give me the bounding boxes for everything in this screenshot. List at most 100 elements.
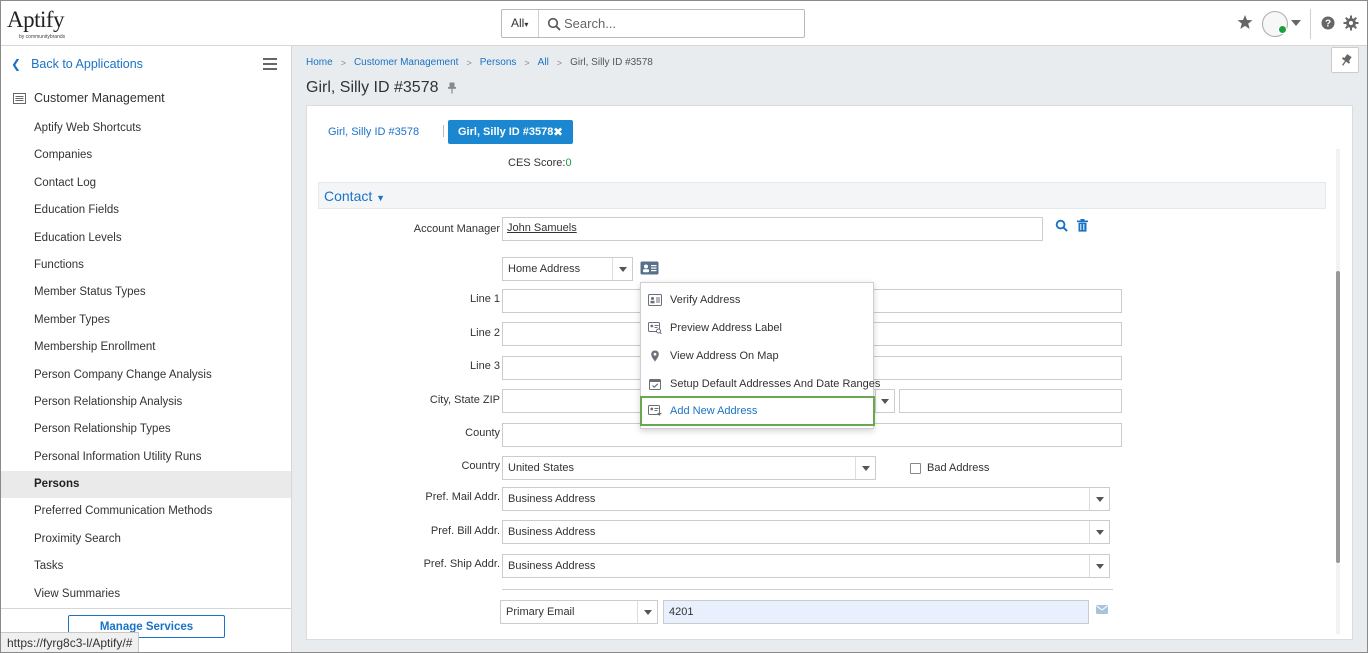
sidebar-item-education-levels[interactable]: Education Levels [1,225,291,252]
menu-item-add-new-address[interactable]: Add New Address [640,396,875,426]
address-type-value: Home Address [508,263,581,275]
email-input[interactable]: 4201 [663,600,1089,624]
list-icon [13,92,26,104]
status-bar-url: https://fyrg8c3-l/Aptify/# [1,632,140,652]
add-address-icon [648,405,662,416]
account-manager-field[interactable] [502,217,1043,241]
chevron-down-icon [612,258,632,280]
pin-icon[interactable] [447,82,457,94]
line1-label: Line 1 [470,293,500,305]
menu-item-verify-address[interactable]: Verify Address [641,286,873,313]
sidebar-item-preferred-communication-methods[interactable]: Preferred Communication Methods [1,498,291,525]
breadcrumb-separator-icon: > [340,57,346,68]
favorites-star-icon[interactable] [1237,14,1253,30]
search-input[interactable] [564,13,794,34]
global-search: All▾ [501,9,805,38]
menu-item-view-address-on-map[interactable]: View Address On Map [641,342,873,369]
sidebar-item-person-company-change-analysis[interactable]: Person Company Change Analysis [1,362,291,389]
search-icon [547,17,561,31]
pref-mail-select[interactable]: Business Address [502,487,1110,511]
label-preview-icon [648,321,662,334]
email-type-select[interactable]: Primary Email [500,600,658,624]
ces-score-label: CES Score: [508,157,566,169]
contact-section-header[interactable]: Contact ▼ [318,182,1326,209]
back-link-label: Back to Applications [31,57,143,71]
back-to-applications-link[interactable]: ❮ Back to Applications [11,56,143,72]
menu-item-label: Setup Default Addresses And Date Ranges [670,377,881,390]
svg-text:?: ? [1325,19,1331,30]
email-value: 4201 [669,606,694,618]
pref-ship-select[interactable]: Business Address [502,554,1110,578]
country-label: Country [461,460,500,472]
sidebar-item-aptify-web-shortcuts[interactable]: Aptify Web Shortcuts [1,115,291,142]
chevron-down-icon [1089,488,1109,510]
breadcrumb: Home > Customer Management > Persons > A… [306,57,653,68]
sidebar-item-person-relationship-types[interactable]: Person Relationship Types [1,416,291,443]
close-tab-icon[interactable]: ✖ [553,120,563,144]
sidebar-item-tasks[interactable]: Tasks [1,553,291,580]
pref-ship-value: Business Address [508,560,596,572]
breadcrumb-separator-icon: > [556,57,563,68]
country-value: United States [508,462,575,474]
breadcrumb-separator-icon: > [466,57,472,68]
pref-mail-label: Pref. Mail Addr. [425,491,500,503]
sidebar-item-member-status-types[interactable]: Member Status Types [1,279,291,306]
sidebar-item-education-fields[interactable]: Education Fields [1,197,291,224]
logo-subtext: by communitybrands [19,34,66,40]
breadcrumb-all[interactable]: All [538,57,549,68]
chevron-left-icon: ❮ [11,57,22,71]
contact-section-label: Contact [324,188,373,204]
lookup-search-icon[interactable] [1055,219,1068,232]
sidebar-item-functions[interactable]: Functions [1,252,291,279]
address-actions-icon[interactable] [640,261,659,275]
menu-item-label: Add New Address [670,405,758,417]
sidebar-item-proximity-search[interactable]: Proximity Search [1,526,291,553]
sidebar-item-membership-enrollment[interactable]: Membership Enrollment [1,334,291,361]
ces-score-value: 0 [565,157,572,169]
tab-person-record-active[interactable]: Girl, Silly ID #3578 ✖ [448,120,573,144]
gear-icon[interactable] [1343,15,1359,31]
sidebar-item-contact-log[interactable]: Contact Log [1,170,291,197]
breadcrumb-customer-management[interactable]: Customer Management [354,57,459,68]
email-type-value: Primary Email [506,606,575,618]
hamburger-menu-icon[interactable] [263,58,277,70]
help-icon[interactable]: ? [1321,16,1335,30]
sidebar-item-persons[interactable]: Persons [1,471,291,499]
breadcrumb-current: Girl, Silly ID #3578 [570,57,653,68]
account-manager-label: Account Manager [413,223,500,235]
county-label: County [465,427,500,439]
module-title: Customer Management [13,91,165,105]
zip-input[interactable] [899,389,1122,413]
breadcrumb-home[interactable]: Home [306,57,333,68]
menu-item-setup-default-addresses[interactable]: Setup Default Addresses And Date Ranges [641,370,880,397]
state-select[interactable] [875,389,895,413]
search-scope-dropdown[interactable]: All▾ [502,10,539,37]
address-actions-menu: Verify Address Preview Address Label Vie… [640,282,880,429]
tab-person-record[interactable]: Girl, Silly ID #3578 [328,126,419,138]
pin-panel-button[interactable] [1331,47,1359,73]
aptify-logo[interactable]: Aptify by communitybrands [7,7,77,41]
account-manager-link[interactable]: John Samuels [507,222,577,234]
sidebar-item-person-relationship-analysis[interactable]: Person Relationship Analysis [1,389,291,416]
tab-active-label: Girl, Silly ID #3578 [458,126,554,138]
map-pin-icon [651,350,659,361]
bad-address-checkbox[interactable] [910,463,921,474]
country-select[interactable]: United States [502,456,876,480]
contact-section-title[interactable]: Contact ▼ [324,188,385,204]
caret-down-icon: ▼ [376,193,386,203]
sidebar-item-companies[interactable]: Companies [1,142,291,169]
address-type-select[interactable]: Home Address [502,257,633,281]
user-menu-chevron-down-icon[interactable] [1291,20,1301,26]
menu-item-preview-address-label[interactable]: Preview Address Label [641,314,873,341]
sidebar-item-personal-information-utility-runs[interactable]: Personal Information Utility Runs [1,444,291,471]
pref-bill-select[interactable]: Business Address [502,520,1110,544]
sidebar-nav: Aptify Web Shortcuts Companies Contact L… [1,115,291,608]
search-scope-label: All [511,16,525,30]
trash-icon[interactable] [1077,219,1088,232]
scrollbar-thumb[interactable] [1336,271,1340,563]
sidebar-item-view-summaries[interactable]: View Summaries [1,581,291,608]
breadcrumb-persons[interactable]: Persons [480,57,517,68]
top-bar: Aptify by communitybrands All▾ ? [1,1,1367,46]
sidebar-item-member-types[interactable]: Member Types [1,307,291,334]
envelope-icon[interactable] [1096,605,1108,614]
